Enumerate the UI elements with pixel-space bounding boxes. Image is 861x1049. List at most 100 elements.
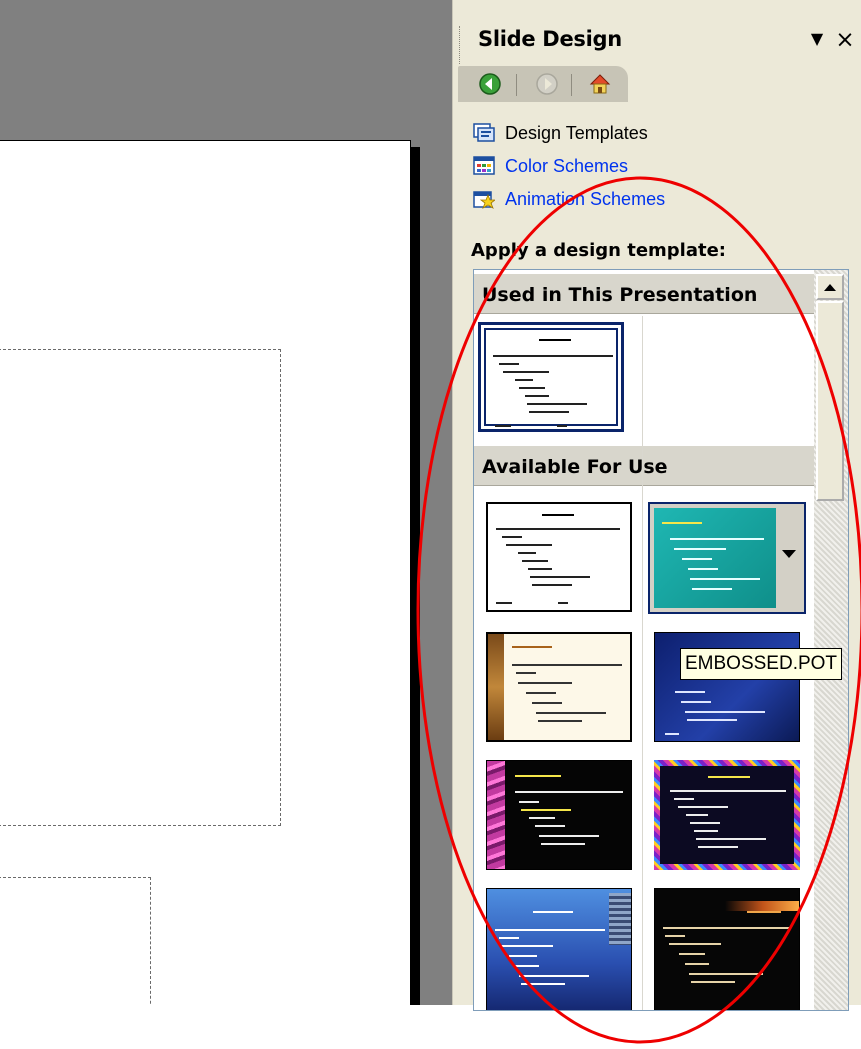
template-border-art <box>488 634 504 740</box>
thumb-line <box>539 339 571 341</box>
template-border-art <box>725 901 799 911</box>
thumb-line <box>665 733 679 735</box>
thumb-line <box>679 953 705 955</box>
template-confetti[interactable] <box>654 760 800 870</box>
template-name-tooltip: EMBOSSED.POT <box>680 648 843 680</box>
forward-button[interactable] <box>533 70 561 98</box>
template-dropdown-arrow-icon[interactable] <box>782 550 796 558</box>
content-placeholder[interactable] <box>0 877 151 1005</box>
slide-editor-area <box>0 0 452 1005</box>
thumb-line <box>685 711 765 713</box>
home-button[interactable] <box>586 70 614 98</box>
thumb-line <box>663 927 789 929</box>
thumb-line <box>501 945 553 947</box>
thumb-line <box>503 371 549 373</box>
gallery-column-divider <box>642 316 643 1010</box>
thumb-line <box>689 973 763 975</box>
thumb-line <box>530 576 590 578</box>
template-default-used[interactable] <box>478 322 624 432</box>
thumb-line <box>495 929 605 931</box>
nav-separator <box>571 74 572 96</box>
slide-design-task-pane: Slide Design ▼ × Design Templates Color … <box>452 0 861 1011</box>
template-teal-hovered[interactable] <box>648 502 806 614</box>
thumb-line <box>529 411 569 413</box>
thumb-line <box>690 578 760 580</box>
thumb-line <box>662 522 702 524</box>
thumb-line <box>542 514 574 516</box>
thumb-line <box>536 712 606 714</box>
thumb-line <box>557 425 567 427</box>
thumb-line <box>495 425 511 427</box>
thumb-line <box>686 814 708 816</box>
apply-design-template-heading: Apply a design template: <box>471 240 727 261</box>
template-dark-ribbon[interactable] <box>486 760 632 870</box>
template-border-art <box>487 761 505 869</box>
template-blank[interactable] <box>486 502 632 612</box>
thumb-line <box>675 691 705 693</box>
color-schemes-link[interactable]: Color Schemes <box>473 153 628 179</box>
thumb-line <box>670 790 786 792</box>
thumb-line <box>538 720 582 722</box>
thumb-line <box>541 843 585 845</box>
back-arrow-icon <box>479 73 501 95</box>
pane-navigation-bar <box>458 66 628 102</box>
thumb-line <box>525 395 549 397</box>
thumb-line <box>529 817 555 819</box>
design-templates-icon <box>473 123 495 142</box>
thumb-line <box>515 965 539 967</box>
forward-arrow-icon <box>536 73 558 95</box>
animation-schemes-link[interactable]: Animation Schemes <box>473 186 665 212</box>
template-ocean[interactable] <box>486 888 632 1010</box>
thumb-line <box>521 983 565 985</box>
thumb-line <box>558 602 568 604</box>
thumb-line <box>532 702 562 704</box>
thumb-line <box>521 809 571 811</box>
color-schemes-icon <box>473 156 495 175</box>
nav-separator <box>516 74 517 96</box>
thumb-line <box>532 584 572 586</box>
template-dark-sunset[interactable] <box>654 888 800 1010</box>
thumb-line <box>698 846 738 848</box>
thumb-line <box>528 568 552 570</box>
thumb-line <box>681 701 711 703</box>
thumb-line <box>674 548 726 550</box>
section-header-available: Available For Use <box>474 446 814 486</box>
thumb-line <box>502 536 522 538</box>
thumb-line <box>685 963 709 965</box>
gallery-vertical-scrollbar[interactable] <box>814 270 848 1010</box>
pane-options-dropdown-button[interactable]: ▼ <box>806 29 828 53</box>
scroll-thumb[interactable] <box>816 301 844 501</box>
thumb-line <box>696 838 766 840</box>
pane-close-button[interactable]: × <box>833 27 857 53</box>
thumb-line <box>515 791 623 793</box>
template-parchment[interactable] <box>486 632 632 742</box>
design-template-gallery[interactable]: Used in This Presentation Available For … <box>473 269 849 1011</box>
scroll-up-button[interactable] <box>816 274 844 300</box>
design-templates-label: Design Templates <box>505 122 648 143</box>
pane-title: Slide Design <box>478 27 622 51</box>
thumb-line <box>687 719 737 721</box>
pane-drag-grip[interactable] <box>459 26 462 64</box>
thumb-line <box>499 363 519 365</box>
slide-canvas[interactable] <box>0 140 411 1005</box>
thumb-line <box>519 387 545 389</box>
back-button[interactable] <box>476 70 504 98</box>
thumb-line <box>539 835 599 837</box>
title-placeholder[interactable] <box>0 349 281 826</box>
thumb-line <box>692 588 732 590</box>
thumb-line <box>670 538 764 540</box>
thumb-line <box>694 830 718 832</box>
thumb-line <box>515 379 533 381</box>
design-templates-link[interactable]: Design Templates <box>473 120 648 146</box>
thumb-line <box>506 544 552 546</box>
thumb-line <box>515 775 561 777</box>
thumb-line <box>535 825 565 827</box>
thumb-line <box>518 682 572 684</box>
thumb-line <box>512 664 622 666</box>
animation-schemes-label: Animation Schemes <box>505 188 666 209</box>
thumb-line <box>516 672 536 674</box>
template-preview <box>654 508 776 608</box>
thumb-line <box>527 403 587 405</box>
thumb-line <box>493 355 613 357</box>
thumb-line <box>496 602 512 604</box>
